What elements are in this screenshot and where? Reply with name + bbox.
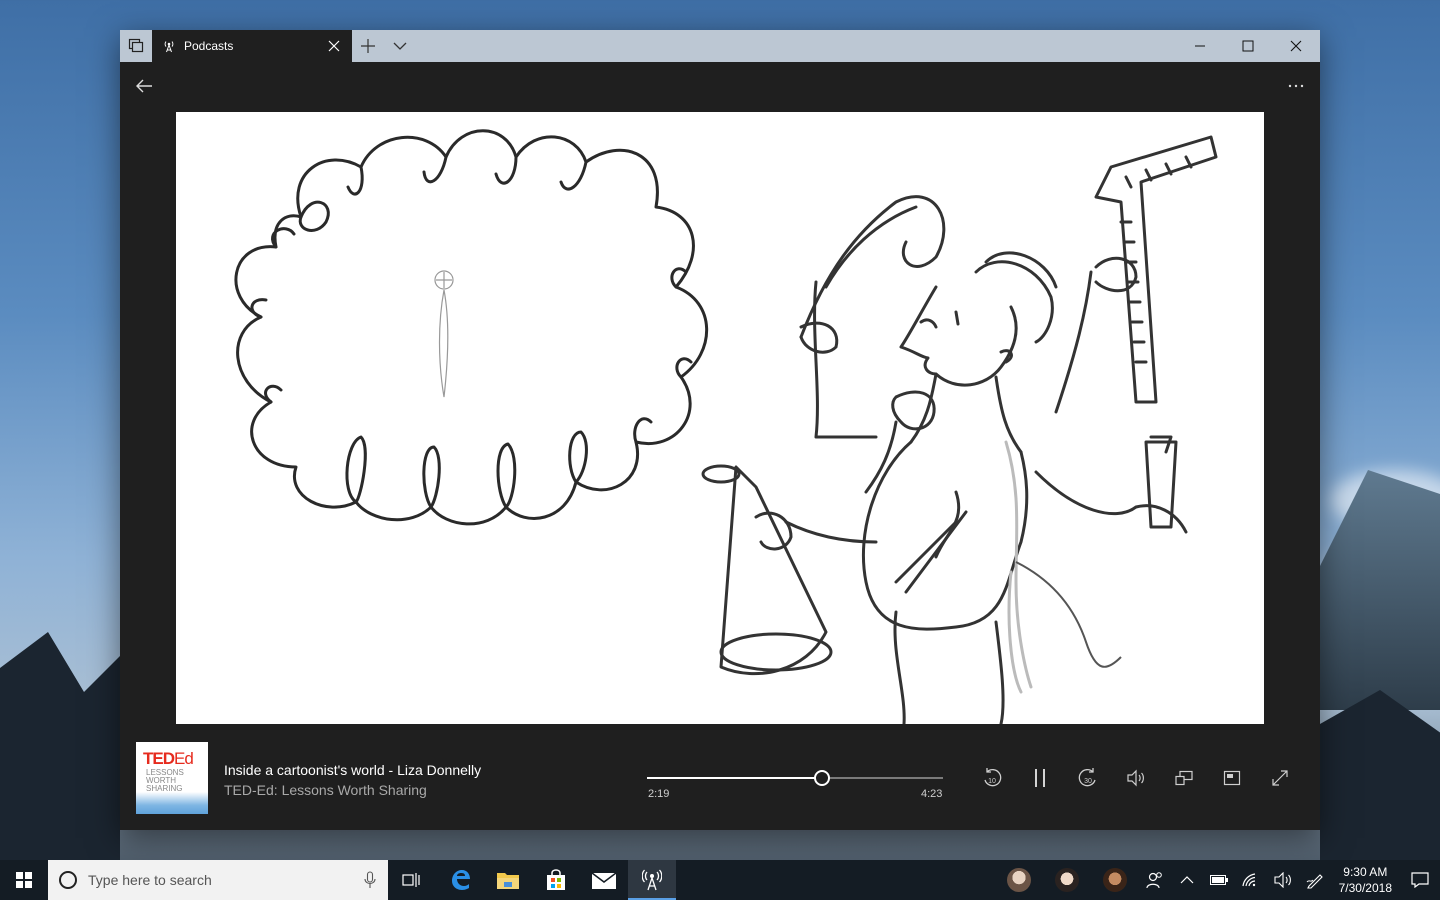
full-screen-button[interactable]: [1268, 766, 1292, 790]
more-icon: [1288, 84, 1304, 88]
skip-back-10-icon: 10: [984, 768, 1002, 787]
new-tab-button[interactable]: [352, 30, 384, 62]
speaker-icon: [1274, 872, 1291, 888]
pause-icon: [1035, 769, 1045, 787]
more-options-button[interactable]: [1284, 74, 1308, 98]
tab-switcher-button[interactable]: [120, 30, 152, 62]
close-icon: [1290, 40, 1302, 52]
notification-icon: [1411, 872, 1429, 888]
mail-envelope-icon: [591, 872, 617, 889]
people-icon: [1146, 872, 1162, 889]
playback-bar: TEDEd LESSONS WORTH SHARING Inside a car…: [120, 730, 1320, 830]
maximize-icon: [1242, 40, 1254, 52]
cast-to-device-icon: [1175, 770, 1193, 786]
arrow-left-icon: [136, 79, 152, 93]
svg-text:30: 30: [1084, 778, 1092, 785]
svg-text:10: 10: [988, 778, 996, 785]
tab-podcasts[interactable]: Podcasts: [152, 30, 352, 62]
pen-icon: [1306, 874, 1323, 889]
podcast-antenna-icon: [164, 41, 174, 53]
video-player[interactable]: [176, 112, 1264, 724]
taskbar-store[interactable]: [532, 860, 580, 900]
wifi-icon: [1242, 873, 1255, 887]
taskbar-search-box[interactable]: Type here to search: [48, 860, 388, 900]
windows-logo-icon: [16, 872, 32, 888]
people-contact-avatar[interactable]: [1054, 868, 1079, 892]
battery-button[interactable]: [1203, 860, 1235, 900]
volume-button[interactable]: [1124, 766, 1148, 790]
search-placeholder: Type here to search: [88, 872, 212, 888]
app-bar: [120, 62, 1320, 110]
edge-browser-icon: [452, 870, 470, 890]
task-view-icon: [402, 873, 420, 887]
start-button[interactable]: [0, 860, 48, 900]
maximize-button[interactable]: [1224, 30, 1272, 62]
taskbar-mail[interactable]: [580, 860, 628, 900]
seek-bar[interactable]: [647, 770, 943, 786]
minimize-icon: [1195, 45, 1205, 47]
show-hidden-icons-button[interactable]: [1171, 860, 1203, 900]
artwork-tagline: LESSONS WORTH SHARING: [146, 768, 184, 793]
taskbar: Type here to search 9:30 AM 7/30/2018: [0, 860, 1440, 900]
taskbar-podcasts[interactable]: [628, 860, 676, 900]
people-button[interactable]: [1139, 860, 1171, 900]
volume-tray-button[interactable]: [1267, 860, 1299, 900]
pen-workspace-button[interactable]: [1299, 860, 1331, 900]
pause-button[interactable]: [1028, 766, 1052, 790]
taskbar-file-explorer[interactable]: [484, 860, 532, 900]
total-duration: 4:23: [921, 788, 943, 800]
episode-title[interactable]: Inside a cartoonist's world - Liza Donne…: [224, 762, 481, 778]
network-button[interactable]: [1235, 860, 1267, 900]
mini-view-button[interactable]: [1220, 766, 1244, 790]
title-bar: Podcasts: [120, 30, 1320, 62]
picture-in-picture-icon: [1223, 770, 1241, 786]
taskbar-edge[interactable]: [436, 860, 484, 900]
artwork-wave: [136, 792, 208, 814]
tab-list-button[interactable]: [384, 30, 416, 62]
store-bag-icon: [547, 869, 565, 890]
microphone-icon[interactable]: [364, 871, 376, 889]
cortana-icon: [59, 871, 77, 889]
full-screen-icon: [1272, 770, 1288, 786]
close-window-button[interactable]: [1272, 30, 1320, 62]
folder-icon: [497, 873, 519, 889]
podcast-artwork[interactable]: TEDEd LESSONS WORTH SHARING: [136, 742, 208, 814]
people-contact-avatar[interactable]: [1102, 868, 1127, 892]
close-icon: [328, 40, 340, 52]
seek-bar-fill: [647, 777, 822, 779]
podcasts-window: Podcasts TEDEd LESSONS WORTH SHARING Ins…: [120, 30, 1320, 830]
action-center-button[interactable]: [1400, 860, 1440, 900]
people-contact-avatar[interactable]: [1006, 868, 1031, 892]
seek-bar-thumb[interactable]: [813, 770, 830, 786]
volume-icon: [1127, 769, 1144, 787]
back-button[interactable]: [132, 74, 156, 98]
chevron-up-icon: [1180, 876, 1194, 884]
task-view-button[interactable]: [388, 860, 436, 900]
taskbar-clock[interactable]: 9:30 AM 7/30/2018: [1331, 864, 1400, 896]
skip-back-button[interactable]: 10: [980, 766, 1004, 790]
skip-forward-button[interactable]: 30: [1076, 766, 1100, 790]
chevron-down-icon: [393, 42, 407, 50]
tab-title: Podcasts: [184, 39, 234, 53]
artwork-brand: TEDEd: [143, 749, 194, 768]
podcast-antenna-icon: [642, 869, 662, 891]
battery-icon: [1209, 875, 1228, 885]
video-frame-illustration: [234, 129, 1218, 724]
show-name[interactable]: TED-Ed: Lessons Worth Sharing: [224, 782, 427, 798]
clock-date: 7/30/2018: [1338, 881, 1392, 895]
plus-icon: [361, 39, 375, 53]
minimize-button[interactable]: [1176, 30, 1224, 62]
skip-forward-30-icon: 30: [1078, 768, 1096, 787]
system-tray: 9:30 AM 7/30/2018: [995, 860, 1440, 900]
current-time: 2:19: [648, 788, 670, 800]
close-tab-button[interactable]: [326, 38, 342, 54]
window-set-icon: [128, 38, 144, 53]
clock-time: 9:30 AM: [1343, 865, 1388, 879]
cast-button[interactable]: [1172, 766, 1196, 790]
